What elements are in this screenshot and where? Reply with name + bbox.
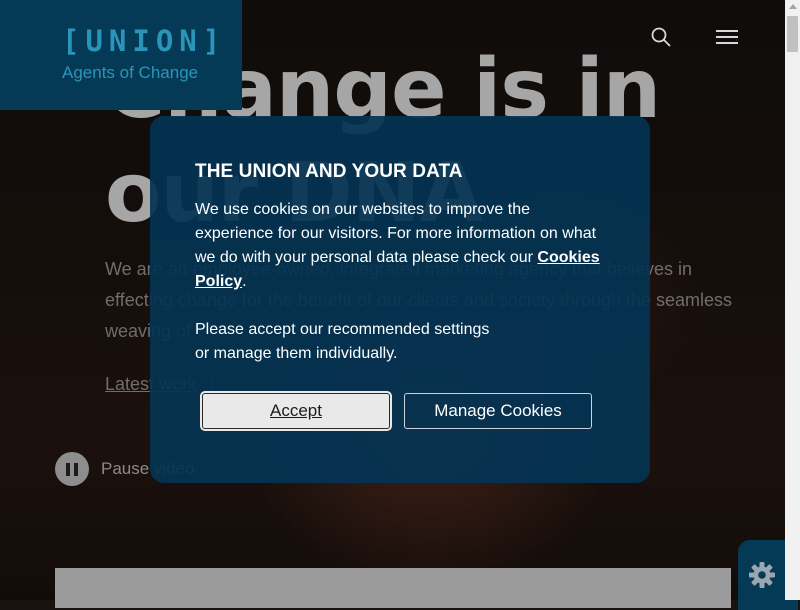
scrollbar-thumb[interactable] <box>787 16 798 52</box>
cookie-dialog-body: We use cookies on our websites to improv… <box>195 198 605 294</box>
menu-line <box>716 30 738 32</box>
logo-tagline: Agents of Change <box>62 63 199 82</box>
pause-icon <box>66 462 70 476</box>
search-icon[interactable] <box>650 26 672 48</box>
instructions-line-1: Please accept our recommended settings <box>195 321 490 338</box>
cookie-body-period: . <box>242 273 247 290</box>
vertical-scrollbar[interactable] <box>785 0 800 600</box>
cookie-dialog-title: THE UNION AND YOUR DATA <box>195 161 463 182</box>
manage-cookies-button[interactable]: Manage Cookies <box>404 393 592 429</box>
pause-video-button[interactable] <box>55 452 89 486</box>
menu-line <box>716 36 738 38</box>
site-logo[interactable]: [UNION] Agents of Change <box>0 0 242 110</box>
cookie-consent-dialog: THE UNION AND YOUR DATA We use cookies o… <box>150 116 650 483</box>
cookie-dialog-actions: Accept Manage Cookies <box>200 391 592 431</box>
pause-icon-bar <box>74 462 78 476</box>
logo-wordmark: [UNION] <box>62 24 227 58</box>
cookie-dialog-instructions: Please accept our recommended settings or… <box>195 318 605 366</box>
scroll-up-arrow-icon[interactable] <box>789 4 797 9</box>
content-panel-preview <box>55 568 731 608</box>
instructions-line-2: or manage them individually. <box>195 345 398 362</box>
hamburger-menu-icon[interactable] <box>716 30 738 44</box>
cookie-body-text: We use cookies on our websites to improv… <box>195 201 597 266</box>
menu-line <box>716 42 738 44</box>
accept-cookies-button[interactable]: Accept <box>200 391 392 431</box>
gear-icon <box>749 562 775 588</box>
